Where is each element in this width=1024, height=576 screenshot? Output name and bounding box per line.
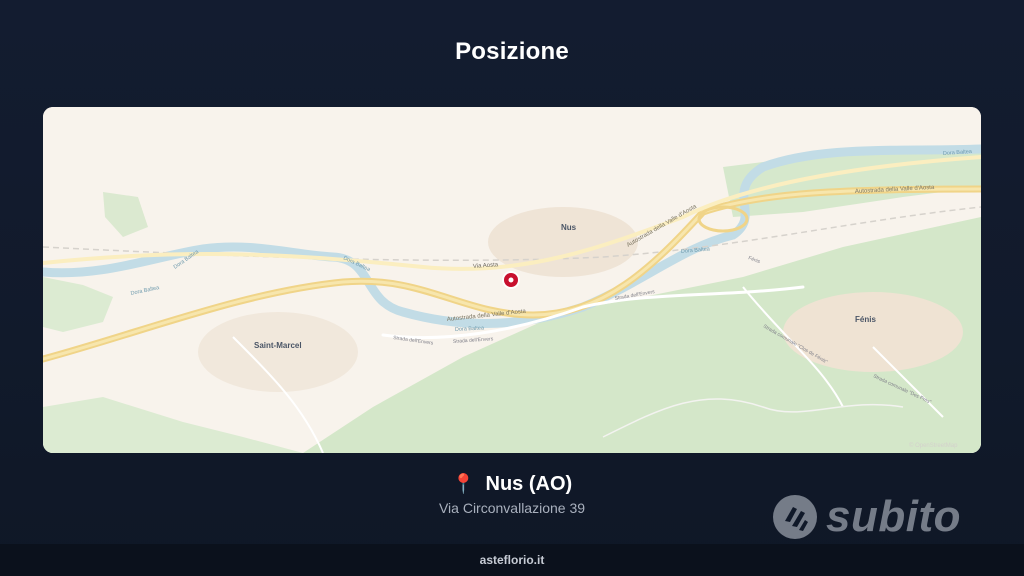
pin-icon: 📍	[451, 474, 476, 495]
place-label-saint-marcel: Saint-Marcel	[254, 341, 302, 350]
city-name: Nus (AO)	[485, 473, 573, 495]
footer: asteflorio.it	[0, 544, 1024, 576]
map[interactable]: Nus Saint-Marcel Fénis Autostrada della …	[43, 107, 981, 453]
footer-site-link[interactable]: asteflorio.it	[480, 553, 545, 567]
map-attribution: © OpenStreetMap	[909, 442, 958, 449]
subito-logo: subito	[772, 492, 961, 542]
subito-wordmark: subito	[826, 492, 961, 541]
page-title: Posizione	[455, 38, 569, 65]
town-area	[198, 312, 358, 392]
location-marker-icon[interactable]	[502, 271, 520, 289]
map-canvas[interactable]: Nus Saint-Marcel Fénis Autostrada della …	[43, 107, 981, 453]
place-label-nus: Nus	[561, 223, 577, 232]
subito-logo-icon	[773, 495, 817, 539]
place-label-fenis: Fénis	[855, 315, 876, 324]
